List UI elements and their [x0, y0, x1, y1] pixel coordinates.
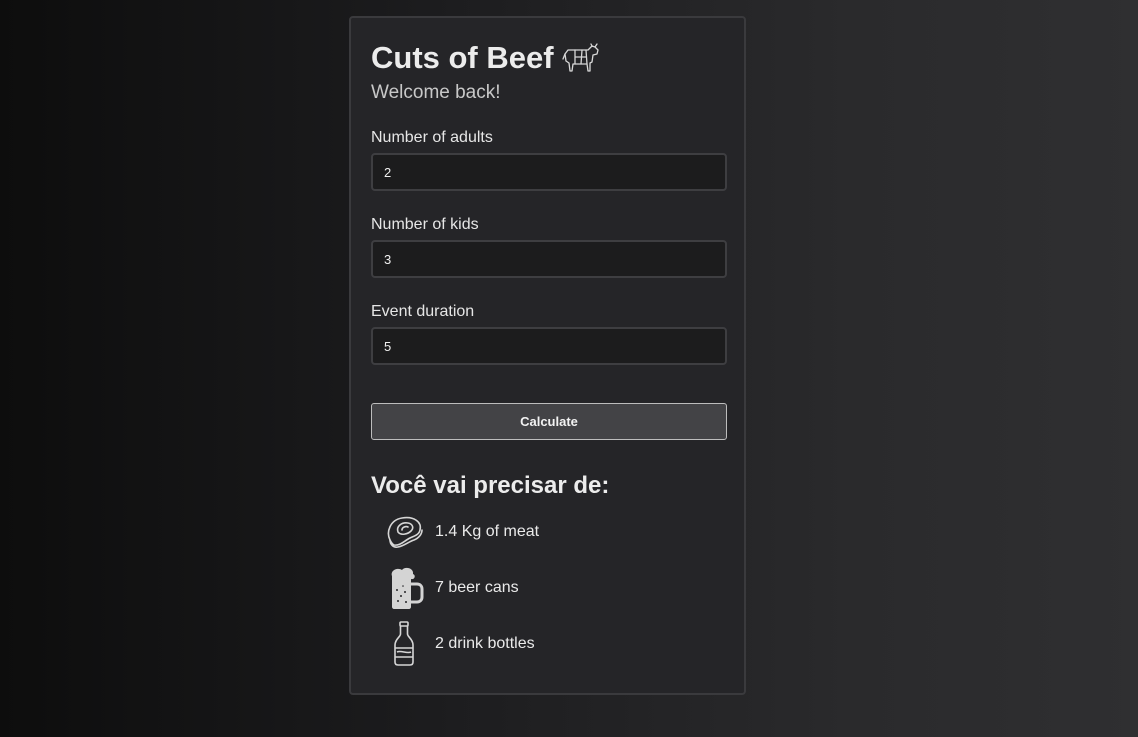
beer-amount: 7 beer cans: [435, 579, 519, 596]
meat-amount: 1.4 Kg of meat: [435, 523, 540, 540]
kids-label: Number of kids: [371, 216, 479, 233]
beer-mug-icon: [383, 565, 425, 611]
drink-amount: 2 drink bottles: [435, 635, 535, 652]
page-title: Cuts of Beef: [371, 40, 600, 76]
welcome-text: Welcome back!: [371, 82, 501, 103]
result-item-beer: 7 beer cans: [383, 565, 519, 611]
cow-icon: [561, 42, 600, 74]
kids-input[interactable]: [371, 240, 727, 278]
adults-label: Number of adults: [371, 129, 493, 146]
results-title: Você vai precisar de:: [371, 472, 610, 499]
calculator-card: Cuts of Beef Welcome back! Number of adu…: [349, 16, 746, 695]
soda-bottle-icon: [383, 621, 425, 667]
result-item-meat: 1.4 Kg of meat: [383, 509, 539, 555]
calculate-button[interactable]: Calculate: [371, 403, 727, 440]
title-text: Cuts of Beef: [371, 40, 554, 75]
adults-input[interactable]: [371, 153, 727, 191]
duration-label: Event duration: [371, 303, 475, 320]
steak-icon: [383, 509, 425, 555]
result-item-drinks: 2 drink bottles: [383, 621, 535, 667]
duration-input[interactable]: [371, 327, 727, 365]
